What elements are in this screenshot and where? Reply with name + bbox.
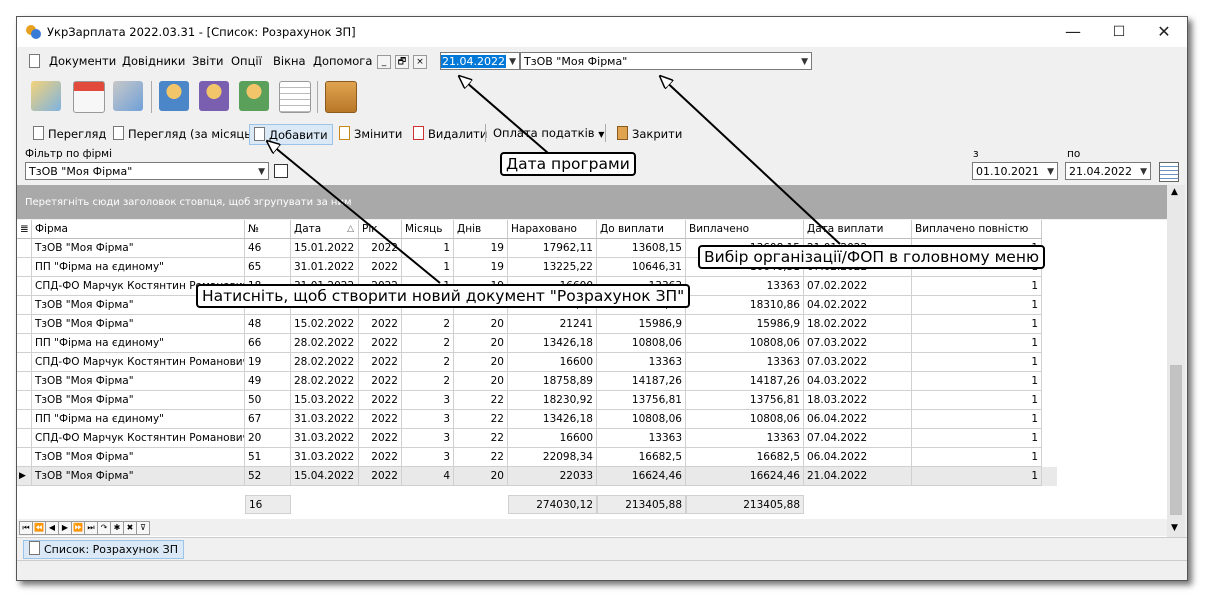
callout-org-choice: Вибір організації/ФОП в головному меню [698, 245, 1046, 269]
program-date-arrow [459, 76, 549, 154]
callout-program-date: Дата програми [500, 152, 636, 176]
org-choice-arrow [660, 76, 841, 245]
add-hint-arrow [267, 141, 441, 284]
callout-add-hint: Натисніть, щоб створити новий документ "… [196, 284, 691, 308]
